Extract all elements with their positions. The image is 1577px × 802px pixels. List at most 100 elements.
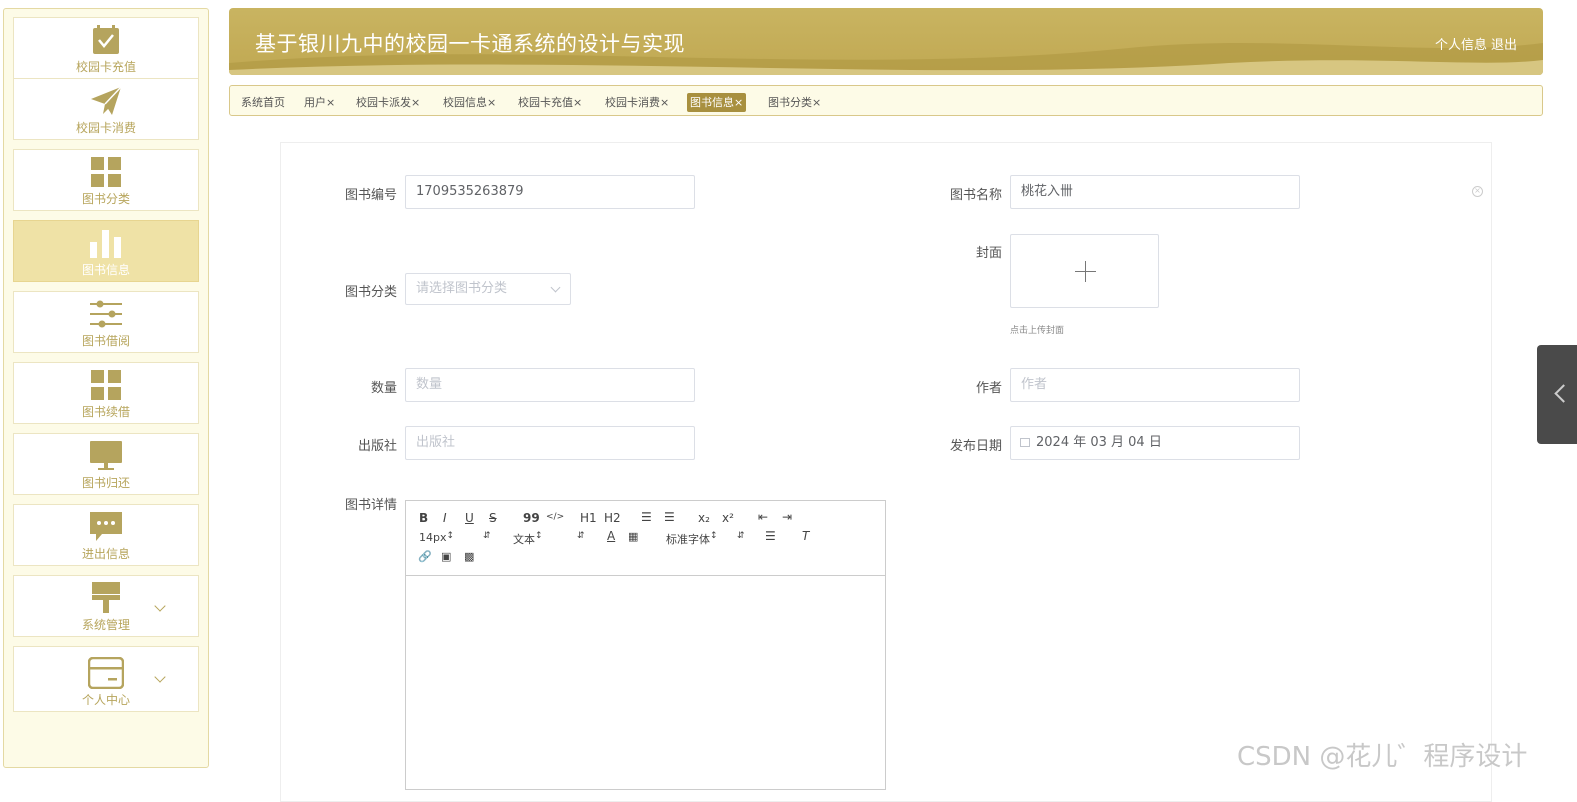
book-no-label: 图书编号 (344, 188, 397, 203)
calendar-icon (1020, 438, 1030, 447)
ordered-list-icon[interactable]: ☰ (641, 510, 652, 524)
align-icon[interactable]: ☰ (765, 529, 776, 543)
tab-book-category[interactable]: 图书分类× (765, 93, 824, 112)
code-button[interactable]: </> (546, 512, 564, 522)
check-icon (92, 23, 120, 57)
tab-campus-info[interactable]: 校园信息× (440, 93, 499, 112)
sidebar-item-personal-center[interactable]: 个人中心 (13, 646, 199, 712)
select-arrows-icon: ⇵ (483, 531, 491, 541)
category-label: 图书分类 (344, 285, 397, 300)
side-drawer-toggle[interactable] (1537, 345, 1577, 444)
book-name-input[interactable]: 桃花入卌 (1010, 175, 1300, 209)
tab-label: 图书分类 (768, 96, 812, 109)
close-icon[interactable]: × (411, 96, 420, 109)
paper-plane-icon (90, 84, 122, 118)
tab-label: 图书信息 (690, 96, 734, 109)
font-color-icon[interactable]: A (607, 529, 615, 543)
h1-button[interactable]: H1 (580, 511, 597, 525)
app-title: 基于银川九中的校园一卡通系统的设计与实现 (255, 32, 685, 56)
sidebar-item-book-borrow[interactable]: 图书借阅 (13, 291, 199, 353)
header-links: 个人信息 退出 (1431, 34, 1517, 53)
sidebar-item-book-category[interactable]: 图书分类 (13, 149, 199, 211)
tab-label: 校园卡消费 (605, 96, 660, 109)
link-icon[interactable]: 🔗 (418, 550, 432, 563)
logout-link[interactable]: 退出 (1491, 38, 1517, 53)
underline-button[interactable]: U (465, 511, 474, 525)
tab-card-issue[interactable]: 校园卡派发× (353, 93, 423, 112)
close-circle-icon[interactable]: × (1472, 186, 1483, 197)
chevron-down-icon (154, 671, 166, 683)
tab-label: 系统首页 (241, 96, 285, 109)
sidebar-item-label: 进出信息 (81, 547, 130, 561)
sidebar-item-access-info[interactable]: 进出信息 (13, 504, 199, 566)
close-icon[interactable]: × (660, 96, 669, 109)
bar-chart-icon (90, 226, 122, 260)
close-icon[interactable]: × (812, 96, 821, 109)
sidebar-item-card-consume[interactable]: 校园卡消费 (13, 78, 199, 140)
strike-button[interactable]: S (489, 511, 497, 525)
cover-label: 封面 (975, 246, 1002, 261)
close-icon[interactable]: × (326, 96, 335, 109)
sidebar-item-label: 系统管理 (81, 618, 130, 632)
italic-button[interactable]: I (443, 511, 447, 525)
sidebar-item-label: 图书归还 (81, 476, 130, 490)
cover-upload-hint: 点击上传封面 (1010, 326, 1065, 336)
publisher-label: 出版社 (357, 439, 397, 454)
bullet-list-icon[interactable]: ☰ (664, 510, 675, 524)
rich-text-editor: B I U S 99 </> H1 H2 ☰ ☰ x₂ x² ⇤ ⇥ 14px … (405, 500, 886, 790)
sidebar-item-label: 图书分类 (81, 192, 130, 206)
book-no-input[interactable]: 1709535263879 (405, 175, 695, 209)
sidebar-item-label: 图书借阅 (81, 334, 130, 348)
sidebar: 校园卡充值 校园卡消费 图书分类 图书信息 图书借阅 图书续借 图书归还 进出信… (3, 8, 209, 768)
select-arrows-icon: ⇵ (737, 531, 745, 541)
superscript-button[interactable]: x² (722, 511, 734, 525)
tab-label: 用户 (304, 96, 326, 109)
font-family-select[interactable]: 标准字体 (666, 531, 718, 547)
tab-card-recharge[interactable]: 校园卡充值× (515, 93, 585, 112)
bold-button[interactable]: B (419, 511, 428, 525)
h2-button[interactable]: H2 (604, 511, 621, 525)
font-size-select[interactable]: 14px (419, 531, 453, 544)
editor-content-area[interactable] (406, 576, 885, 789)
block-format-select[interactable]: 文本 (513, 531, 543, 547)
category-select[interactable]: 请选择图书分类 (405, 273, 571, 305)
publisher-input[interactable]: 出版社 (405, 426, 695, 460)
tab-home[interactable]: 系统首页 (238, 93, 288, 112)
close-icon[interactable]: × (487, 96, 496, 109)
clear-format-icon[interactable]: T (802, 529, 809, 543)
paint-brush-icon (92, 581, 120, 615)
quantity-input[interactable]: 数量 (405, 368, 695, 402)
outdent-icon[interactable]: ⇤ (758, 510, 768, 524)
sidebar-item-book-renew[interactable]: 图书续借 (13, 362, 199, 424)
indent-icon[interactable]: ⇥ (782, 510, 792, 524)
sidebar-item-label: 个人中心 (81, 693, 130, 707)
quantity-label: 数量 (370, 381, 397, 396)
profile-link[interactable]: 个人信息 (1435, 38, 1487, 53)
grid-icon (91, 368, 121, 402)
sidebar-item-card-recharge[interactable]: 校园卡充值 (13, 17, 199, 79)
cover-upload[interactable] (1010, 234, 1159, 308)
tab-book-info[interactable]: 图书信息× (687, 93, 747, 112)
sidebar-item-book-return[interactable]: 图书归还 (13, 433, 199, 495)
close-icon[interactable]: × (573, 96, 582, 109)
chat-icon (90, 510, 122, 544)
background-color-icon[interactable]: ▦ (628, 530, 638, 543)
tab-users[interactable]: 用户× (301, 93, 338, 112)
sidebar-item-label: 图书续借 (81, 405, 130, 419)
tab-label: 校园卡充值 (518, 96, 573, 109)
sidebar-item-system-management[interactable]: 系统管理 (13, 575, 199, 637)
image-icon[interactable]: ▣ (441, 550, 451, 563)
video-icon[interactable]: ▩ (464, 550, 474, 563)
publish-date-input[interactable]: 2024 年 03 月 04 日 (1010, 426, 1300, 460)
close-icon[interactable]: × (734, 96, 743, 109)
author-label: 作者 (975, 381, 1002, 396)
blockquote-button[interactable]: 99 (523, 511, 540, 525)
chevron-down-icon (154, 600, 166, 612)
tab-card-consume[interactable]: 校园卡消费× (602, 93, 672, 112)
sliders-icon (90, 297, 122, 331)
tab-label: 校园信息 (443, 96, 487, 109)
subscript-button[interactable]: x₂ (698, 511, 710, 525)
author-input[interactable]: 作者 (1010, 368, 1300, 402)
app-header: 基于银川九中的校园一卡通系统的设计与实现 个人信息 退出 (229, 8, 1543, 75)
sidebar-item-book-info[interactable]: 图书信息 (13, 220, 199, 282)
